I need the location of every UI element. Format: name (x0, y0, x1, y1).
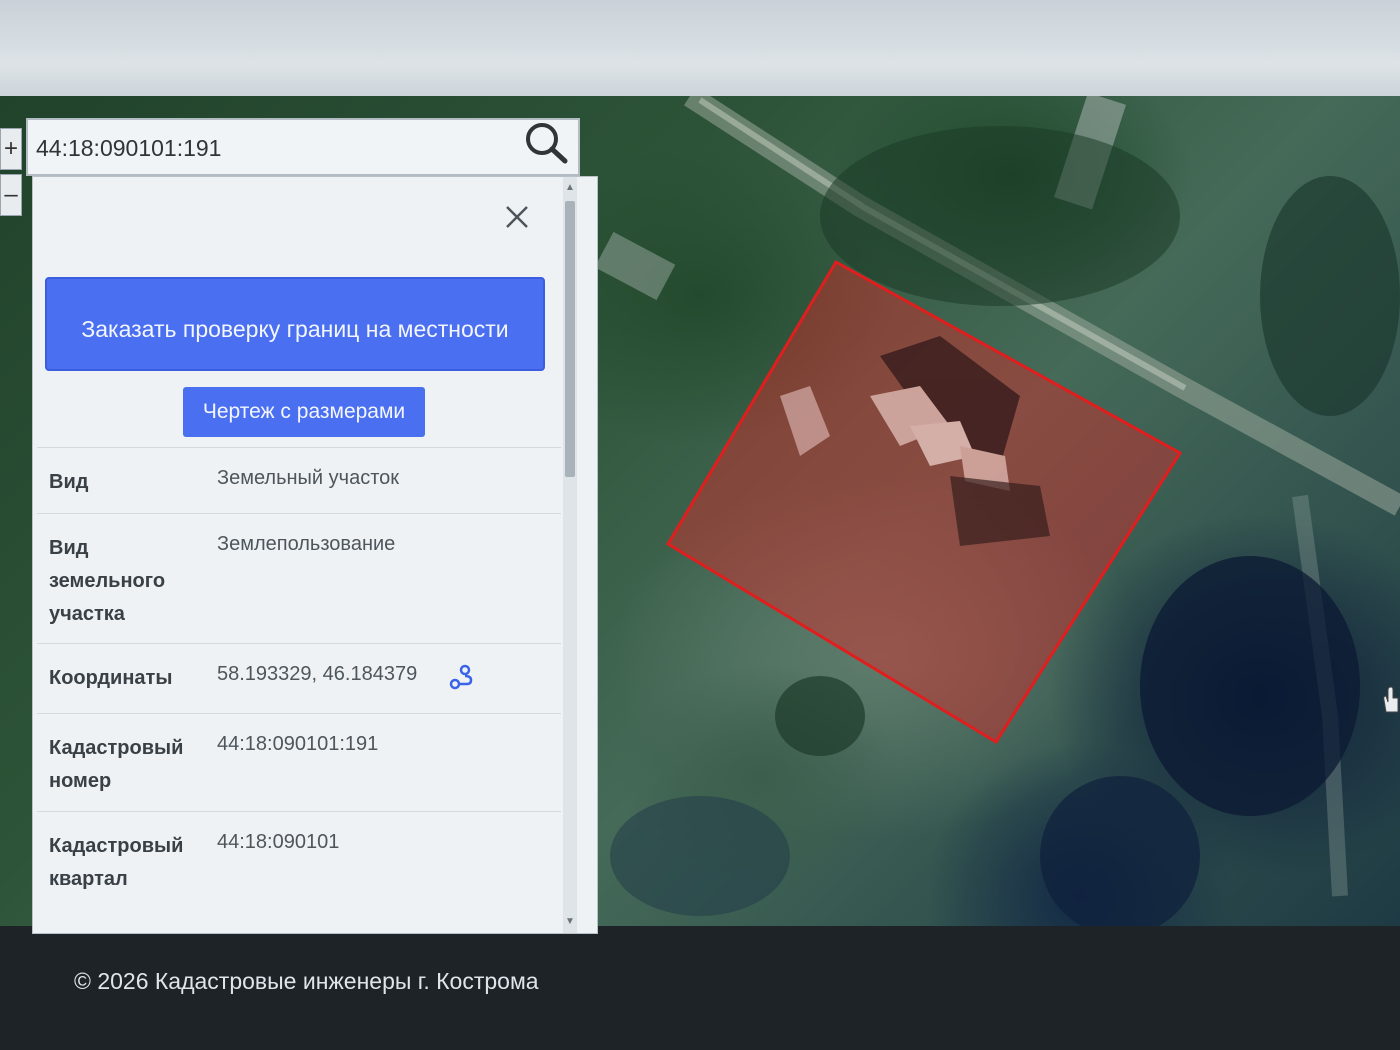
scrollbar-thumb[interactable] (565, 201, 575, 477)
info-row-cadastral-quarter: Кадастровый квартал 44:18:090101 (37, 811, 561, 933)
scroll-up-icon[interactable]: ▲ (565, 183, 575, 193)
info-value: 44:18:090101:191 (217, 733, 379, 755)
zoom-out-button[interactable]: – (0, 174, 22, 216)
browser-top-band (0, 0, 1400, 108)
zoom-in-button[interactable]: + (0, 128, 22, 170)
coordinates-value: 58.193329, 46.184379 (217, 663, 418, 685)
copyright-footer: © 2026 Кадастровые инженеры г. Кострома (74, 968, 539, 994)
drawing-with-dimensions-button[interactable]: Чертеж с размерами (183, 387, 425, 437)
info-value: Землепользование (217, 533, 396, 555)
order-boundary-check-button[interactable]: Заказать проверку границ на местности (45, 277, 545, 371)
route-icon[interactable] (447, 664, 473, 690)
close-icon[interactable] (503, 203, 531, 231)
screen: + – Заказать проверку границ на местност… (0, 0, 1400, 1050)
search-icon[interactable] (522, 120, 570, 166)
scroll-down-icon[interactable]: ▼ (565, 917, 575, 927)
info-label: Вид (49, 471, 89, 493)
info-row-coordinates: Координаты 58.193329, 46.184379 (37, 643, 561, 713)
search-bar (26, 118, 580, 176)
info-label: Кадастровый квартал (49, 835, 184, 890)
info-value: Земельный участок (217, 467, 400, 489)
info-value: 44:18:090101 (217, 831, 340, 853)
info-row-type: Вид Земельный участок (37, 447, 561, 513)
info-label: Координаты (49, 667, 173, 689)
info-row-cadastral-number: Кадастровый номер 44:18:090101:191 (37, 713, 561, 811)
info-row-land-type: Вид земельного участка Землепользование (37, 513, 561, 643)
info-label: Кадастровый номер (49, 737, 184, 792)
parcel-boundary[interactable] (665, 259, 1183, 745)
info-label: Вид земельного участка (49, 537, 166, 625)
info-panel: Заказать проверку границ на местности Че… (32, 176, 598, 934)
hand-cursor-icon (1383, 686, 1399, 713)
search-input[interactable] (36, 130, 506, 166)
